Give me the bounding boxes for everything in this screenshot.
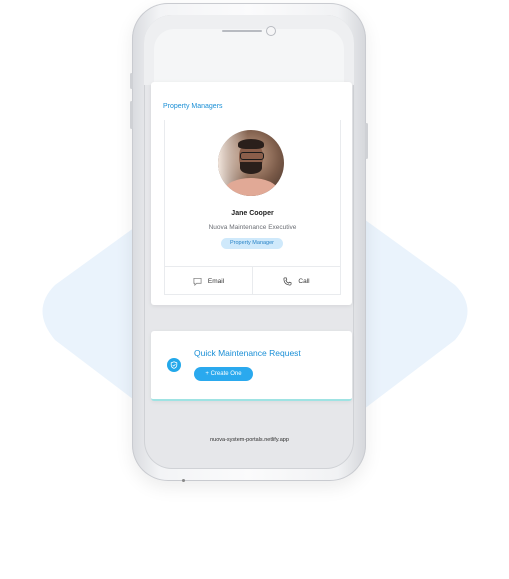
manager-name: Jane Cooper bbox=[231, 210, 274, 217]
phone-side-button bbox=[130, 73, 133, 89]
avatar bbox=[218, 130, 284, 196]
phone-volume-up bbox=[130, 101, 133, 129]
call-button[interactable]: Call bbox=[253, 267, 340, 295]
role-badge: Property Manager bbox=[221, 238, 283, 249]
phone-power-button bbox=[365, 123, 368, 159]
front-camera bbox=[266, 26, 276, 36]
home-indicator bbox=[182, 479, 185, 482]
screen-status-area bbox=[154, 29, 344, 89]
quick-maintenance-card: Quick Maintenance Request + Create One bbox=[151, 331, 352, 401]
browser-url[interactable]: nuova-system-portals.netlify.app bbox=[137, 430, 362, 450]
email-button[interactable]: Email bbox=[165, 267, 253, 295]
manager-role: Nuova Maintenance Executive bbox=[208, 224, 297, 231]
speaker-slot bbox=[222, 30, 262, 32]
contact-actions: Email Call bbox=[165, 266, 340, 295]
section-title: Property Managers bbox=[163, 103, 223, 110]
property-managers-card: Property Managers Jane Cooper Nuova Main… bbox=[151, 82, 352, 305]
manager-profile: Jane Cooper Nuova Maintenance Executive … bbox=[164, 120, 341, 295]
email-label: Email bbox=[207, 277, 225, 285]
chat-icon bbox=[193, 277, 202, 286]
phone-icon bbox=[283, 277, 292, 285]
quick-request-title: Quick Maintenance Request bbox=[194, 348, 301, 358]
shield-icon bbox=[167, 358, 181, 372]
create-one-button[interactable]: + Create One bbox=[194, 367, 253, 381]
call-label: Call bbox=[298, 277, 310, 285]
